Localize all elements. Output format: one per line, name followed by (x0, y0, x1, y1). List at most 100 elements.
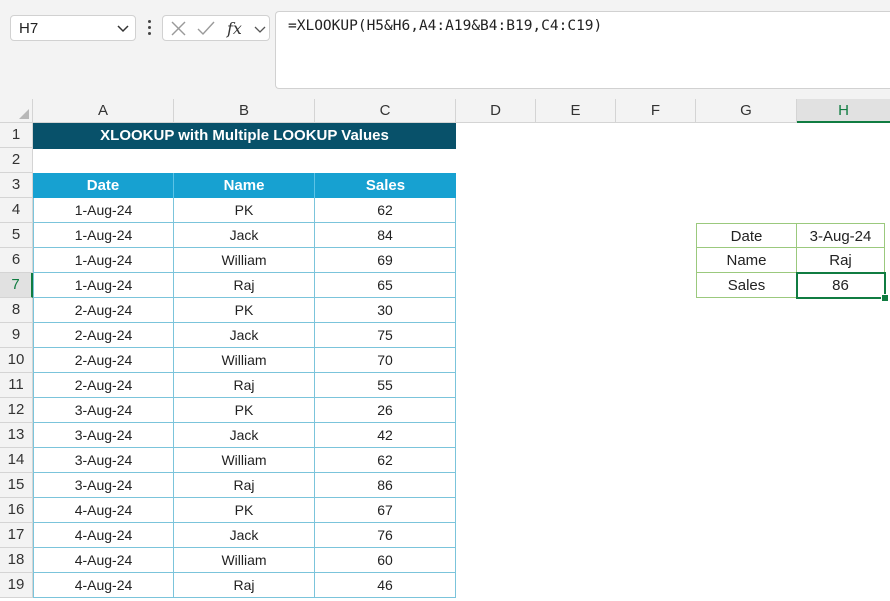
lookup-value-name[interactable]: Raj (797, 248, 885, 273)
select-all-button[interactable] (0, 99, 33, 123)
header-sales[interactable]: Sales (315, 173, 456, 198)
cell-date[interactable]: 1-Aug-24 (33, 273, 174, 298)
cell-sales[interactable]: 46 (315, 573, 456, 598)
active-cell-selection (796, 272, 886, 299)
name-box-value: H7 (19, 20, 39, 37)
insert-function-icon[interactable]: fx (226, 19, 248, 38)
cell-name[interactable]: PK (174, 298, 315, 323)
row-header-3[interactable]: 3 (0, 173, 33, 198)
column-header-h[interactable]: H (797, 99, 890, 123)
column-header-a[interactable]: A (33, 99, 174, 123)
cell-date[interactable]: 2-Aug-24 (33, 323, 174, 348)
row-header-6[interactable]: 6 (0, 248, 33, 273)
cell-date[interactable]: 3-Aug-24 (33, 423, 174, 448)
formula-input[interactable]: =XLOOKUP(H5&H6,A4:A19&B4:B19,C4:C19) (275, 11, 890, 89)
cell-name[interactable]: PK (174, 498, 315, 523)
cell-name[interactable]: Jack (174, 223, 315, 248)
row-header-12[interactable]: 12 (0, 398, 33, 423)
cell-sales[interactable]: 69 (315, 248, 456, 273)
row-header-1[interactable]: 1 (0, 123, 33, 148)
cell-sales[interactable]: 75 (315, 323, 456, 348)
cell-sales[interactable]: 84 (315, 223, 456, 248)
cell-date[interactable]: 1-Aug-24 (33, 248, 174, 273)
header-date[interactable]: Date (33, 173, 174, 198)
cell-name[interactable]: Raj (174, 273, 315, 298)
lookup-label-date[interactable]: Date (696, 223, 797, 248)
table-title[interactable]: XLOOKUP with Multiple LOOKUP Values (33, 123, 456, 149)
row-header-17[interactable]: 17 (0, 523, 33, 548)
row-header-13[interactable]: 13 (0, 423, 33, 448)
cell-name[interactable]: PK (174, 398, 315, 423)
row-header-19[interactable]: 19 (0, 573, 33, 598)
cell-name[interactable]: Raj (174, 573, 315, 598)
column-header-b[interactable]: B (174, 99, 315, 123)
cell-date[interactable]: 4-Aug-24 (33, 573, 174, 598)
row-header-15[interactable]: 15 (0, 473, 33, 498)
cell-sales[interactable]: 86 (315, 473, 456, 498)
column-header-e[interactable]: E (536, 99, 616, 123)
column-header-f[interactable]: F (616, 99, 696, 123)
formula-bar-area: H7 fx =XLOOKUP(H5&H6,A4:A19&B4:B19,C4:C1… (0, 0, 890, 99)
row-header-2[interactable]: 2 (0, 148, 33, 173)
cell-sales[interactable]: 30 (315, 298, 456, 323)
cell-name[interactable]: William (174, 348, 315, 373)
row-header-9[interactable]: 9 (0, 323, 33, 348)
cell-sales[interactable]: 60 (315, 548, 456, 573)
lookup-label-name[interactable]: Name (696, 248, 797, 273)
column-header-d[interactable]: D (456, 99, 536, 123)
cell-sales[interactable]: 42 (315, 423, 456, 448)
cell-name[interactable]: Raj (174, 373, 315, 398)
cell-date[interactable]: 4-Aug-24 (33, 548, 174, 573)
cell-name[interactable]: Raj (174, 473, 315, 498)
row-header-11[interactable]: 11 (0, 373, 33, 398)
select-all-triangle-icon (19, 109, 29, 119)
row-header-10[interactable]: 10 (0, 348, 33, 373)
row-header-5[interactable]: 5 (0, 223, 33, 248)
cell-date[interactable]: 2-Aug-24 (33, 373, 174, 398)
fill-handle[interactable] (881, 294, 889, 302)
cell-sales[interactable]: 62 (315, 198, 456, 223)
cell-name[interactable]: Jack (174, 423, 315, 448)
cell-name[interactable]: PK (174, 198, 315, 223)
cell-date[interactable]: 4-Aug-24 (33, 498, 174, 523)
row-header-4[interactable]: 4 (0, 198, 33, 223)
row-header-8[interactable]: 8 (0, 298, 33, 323)
cell-date[interactable]: 3-Aug-24 (33, 473, 174, 498)
cell-name[interactable]: Jack (174, 323, 315, 348)
lookup-value-date[interactable]: 3-Aug-24 (797, 223, 885, 248)
cell-sales[interactable]: 67 (315, 498, 456, 523)
formula-text: =XLOOKUP(H5&H6,A4:A19&B4:B19,C4:C19) (288, 18, 603, 34)
cell-sales[interactable]: 26 (315, 398, 456, 423)
cell-sales[interactable]: 65 (315, 273, 456, 298)
enter-check-icon[interactable] (197, 21, 215, 36)
column-header-g[interactable]: G (696, 99, 797, 123)
header-name[interactable]: Name (174, 173, 315, 198)
column-header-c[interactable]: C (315, 99, 456, 123)
cell-sales[interactable]: 55 (315, 373, 456, 398)
cell-date[interactable]: 2-Aug-24 (33, 298, 174, 323)
cell-date[interactable]: 4-Aug-24 (33, 523, 174, 548)
row-header-7[interactable]: 7 (0, 273, 33, 298)
cell-date[interactable]: 3-Aug-24 (33, 398, 174, 423)
cell-date[interactable]: 1-Aug-24 (33, 198, 174, 223)
row-header-14[interactable]: 14 (0, 448, 33, 473)
cell-sales[interactable]: 62 (315, 448, 456, 473)
chevron-down-icon[interactable] (254, 25, 266, 34)
row-header-18[interactable]: 18 (0, 548, 33, 573)
cell-date[interactable]: 1-Aug-24 (33, 223, 174, 248)
cell-name[interactable]: William (174, 548, 315, 573)
cell-name[interactable]: William (174, 248, 315, 273)
cell-date[interactable]: 2-Aug-24 (33, 348, 174, 373)
lookup-label-sales[interactable]: Sales (696, 273, 797, 298)
cell-date[interactable]: 3-Aug-24 (33, 448, 174, 473)
cell-sales[interactable]: 76 (315, 523, 456, 548)
cell-name[interactable]: William (174, 448, 315, 473)
row-header-16[interactable]: 16 (0, 498, 33, 523)
cell-name[interactable]: Jack (174, 523, 315, 548)
chevron-down-icon[interactable] (117, 24, 129, 33)
cancel-icon[interactable] (171, 21, 186, 36)
more-options-icon[interactable] (148, 20, 151, 36)
formula-controls: fx (162, 15, 270, 41)
cell-sales[interactable]: 70 (315, 348, 456, 373)
name-box[interactable]: H7 (10, 15, 136, 41)
